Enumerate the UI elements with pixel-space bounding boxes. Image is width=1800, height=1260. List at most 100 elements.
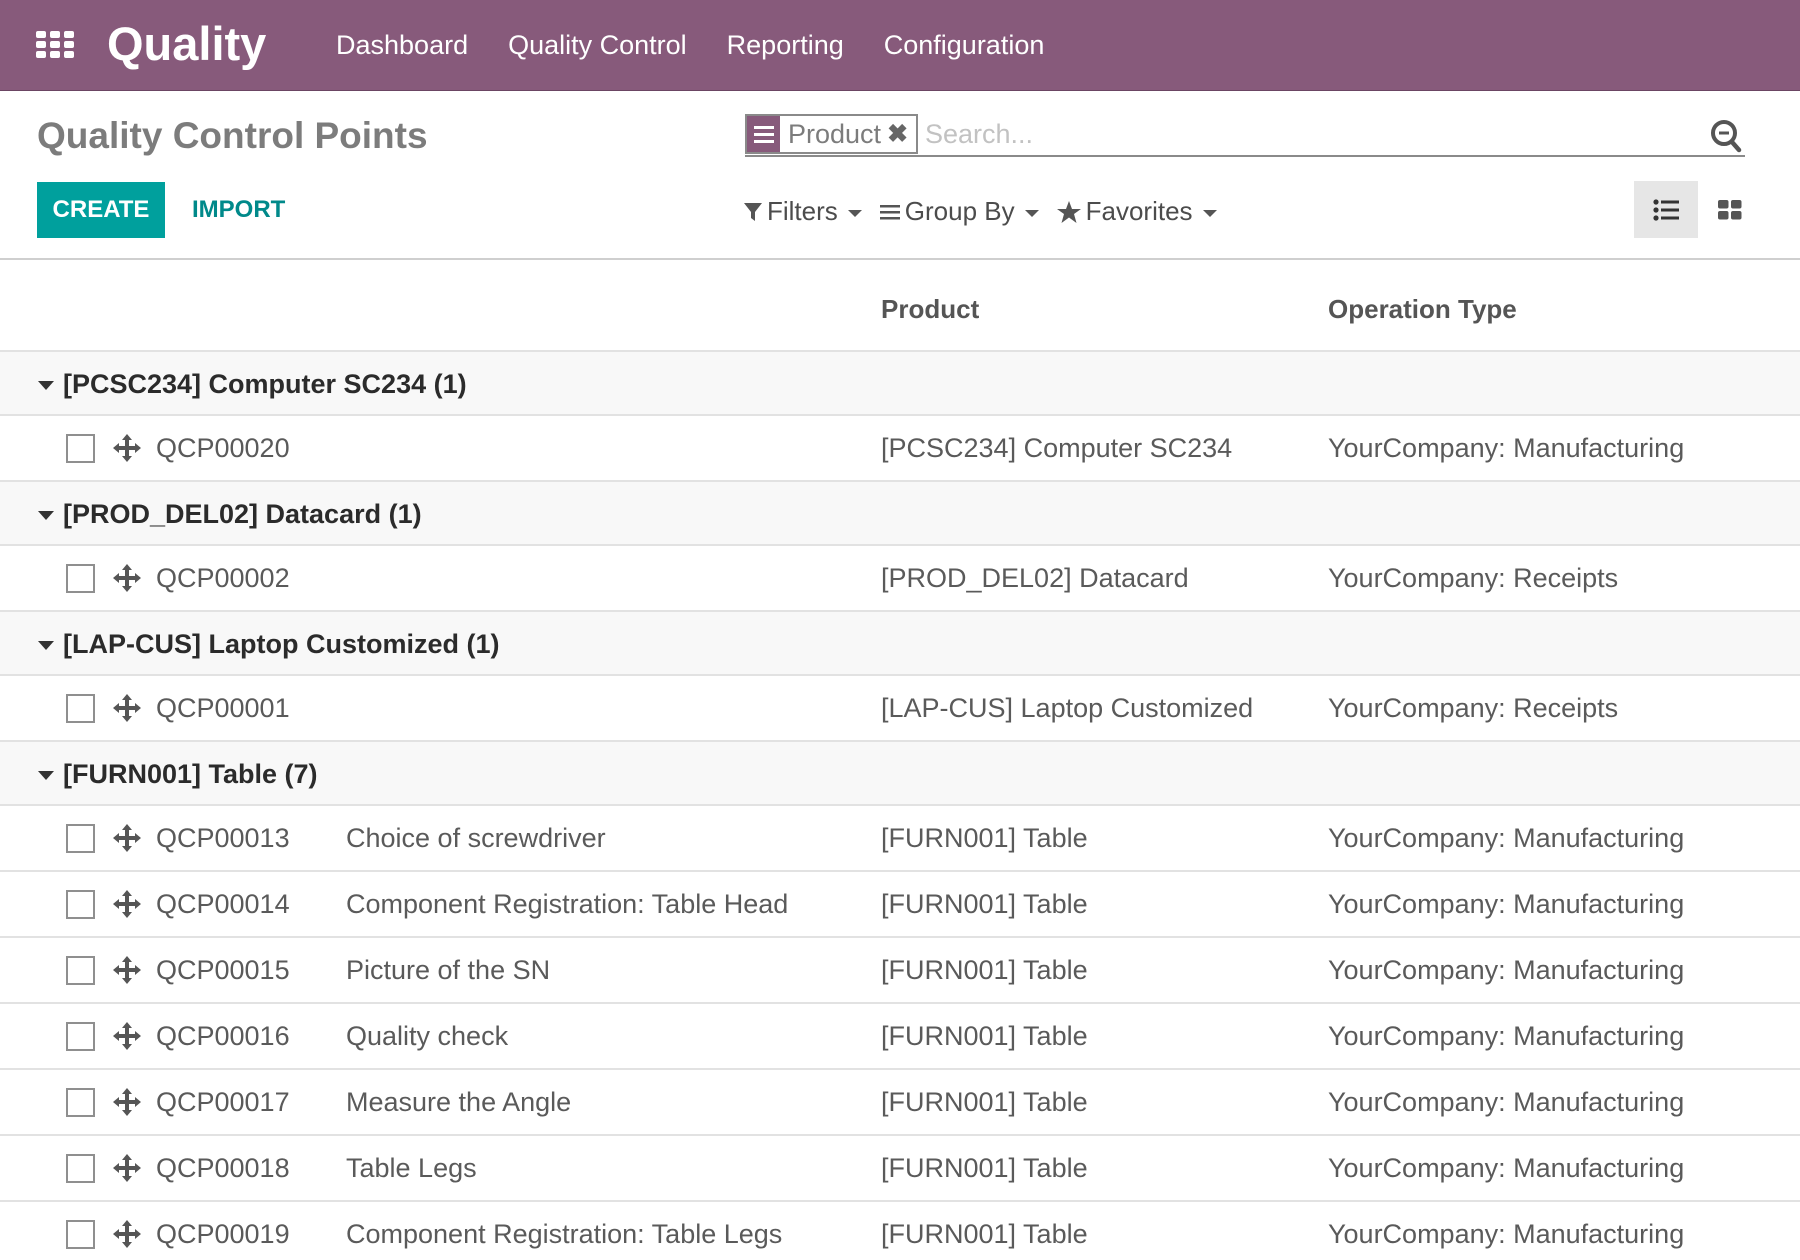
search-input[interactable] — [925, 116, 1685, 152]
top-navbar: Quality Dashboard Quality Control Report… — [0, 0, 1800, 91]
row-checkbox[interactable] — [66, 1154, 95, 1183]
group-label: [PCSC234] Computer SC234 (1) — [63, 369, 467, 399]
row-checkbox[interactable] — [66, 1220, 95, 1249]
app-brand[interactable]: Quality — [107, 16, 266, 71]
group-row[interactable]: [LAP-CUS] Laptop Customized (1) — [0, 612, 1800, 676]
group-label: [LAP-CUS] Laptop Customized (1) — [63, 629, 500, 659]
list-body: [PCSC234] Computer SC234 (1) QCP00020 [P… — [0, 352, 1800, 1260]
table-row[interactable]: QCP00018 Table Legs [FURN001] Table Your… — [0, 1136, 1800, 1202]
row-checkbox[interactable] — [66, 564, 95, 593]
filters-label: Filters — [767, 196, 838, 226]
cell-product: [FURN001] Table — [881, 823, 1088, 853]
kanban-view-button[interactable] — [1698, 181, 1762, 238]
cell-reference: QCP00013 — [156, 823, 290, 853]
menu-reporting[interactable]: Reporting — [727, 30, 844, 61]
drag-handle-icon[interactable] — [113, 1022, 141, 1050]
caret-down-icon — [1024, 209, 1039, 217]
table-row[interactable]: QCP00014 Component Registration: Table H… — [0, 872, 1800, 938]
cell-operation-type: YourCompany: Manufacturing — [1328, 1087, 1685, 1117]
table-row[interactable]: QCP00013 Choice of screwdriver [FURN001]… — [0, 806, 1800, 872]
table-row[interactable]: QCP00015 Picture of the SN [FURN001] Tab… — [0, 938, 1800, 1004]
cell-title: Picture of the SN — [346, 955, 551, 985]
cell-operation-type: YourCompany: Receipts — [1328, 693, 1619, 723]
table-row[interactable]: QCP00016 Quality check [FURN001] Table Y… — [0, 1004, 1800, 1070]
drag-handle-icon[interactable] — [113, 694, 141, 722]
group-row[interactable]: [PCSC234] Computer SC234 (1) — [0, 352, 1800, 416]
main-menu: Dashboard Quality Control Reporting Conf… — [336, 0, 1044, 91]
menu-quality-control[interactable]: Quality Control — [508, 30, 687, 61]
search-facet-product[interactable]: Product ✖ — [745, 114, 919, 154]
cell-title: Choice of screwdriver — [346, 823, 606, 853]
cell-operation-type: YourCompany: Manufacturing — [1328, 1021, 1685, 1051]
row-checkbox[interactable] — [66, 956, 95, 985]
cell-operation-type: YourCompany: Manufacturing — [1328, 889, 1685, 919]
cell-reference: QCP00018 — [156, 1153, 290, 1183]
group-row[interactable]: [FURN001] Table (7) — [0, 742, 1800, 806]
drag-handle-icon[interactable] — [113, 890, 141, 918]
cell-product: [PROD_DEL02] Datacard — [881, 563, 1189, 593]
drag-handle-icon[interactable] — [113, 434, 141, 462]
caret-down-icon — [38, 381, 54, 390]
column-header-product[interactable]: Product — [881, 294, 979, 325]
cell-title: Table Legs — [346, 1153, 477, 1183]
row-checkbox[interactable] — [66, 1022, 95, 1051]
cell-operation-type: YourCompany: Manufacturing — [1328, 433, 1685, 463]
row-checkbox[interactable] — [66, 824, 95, 853]
table-row[interactable]: QCP00017 Measure the Angle [FURN001] Tab… — [0, 1070, 1800, 1136]
column-header-operation-type[interactable]: Operation Type — [1328, 294, 1517, 325]
drag-handle-icon[interactable] — [113, 824, 141, 852]
table-row[interactable]: QCP00019 Component Registration: Table L… — [0, 1202, 1800, 1260]
caret-down-icon — [38, 641, 54, 650]
group-label: [FURN001] Table (7) — [63, 759, 318, 789]
cell-reference: QCP00001 — [156, 693, 290, 723]
cell-product: [FURN001] Table — [881, 955, 1088, 985]
row-checkbox[interactable] — [66, 434, 95, 463]
group-by-facet-icon — [747, 116, 780, 152]
menu-configuration[interactable]: Configuration — [884, 30, 1045, 61]
row-checkbox[interactable] — [66, 890, 95, 919]
bars-icon — [879, 204, 900, 219]
drag-handle-icon[interactable] — [113, 956, 141, 984]
view-switcher — [1634, 181, 1762, 238]
cell-operation-type: YourCompany: Manufacturing — [1328, 1153, 1685, 1183]
filters-dropdown[interactable]: Filters — [744, 196, 862, 227]
cell-reference: QCP00020 — [156, 433, 290, 463]
favorites-dropdown[interactable]: Favorites — [1056, 196, 1217, 227]
group-row[interactable]: [PROD_DEL02] Datacard (1) — [0, 482, 1800, 546]
drag-handle-icon[interactable] — [113, 1154, 141, 1182]
table-row[interactable]: QCP00002 [PROD_DEL02] Datacard YourCompa… — [0, 546, 1800, 612]
cell-title: Component Registration: Table Head — [346, 889, 789, 919]
import-button[interactable]: IMPORT — [178, 182, 299, 238]
caret-down-icon — [38, 771, 54, 780]
apps-menu-icon[interactable] — [36, 31, 74, 59]
cell-title: Component Registration: Table Legs — [346, 1219, 783, 1249]
row-checkbox[interactable] — [66, 1088, 95, 1117]
cell-product: [FURN001] Table — [881, 889, 1088, 919]
create-button[interactable]: CREATE — [37, 182, 165, 238]
cell-reference: QCP00002 — [156, 563, 290, 593]
table-row[interactable]: QCP00020 [PCSC234] Computer SC234 YourCo… — [0, 416, 1800, 482]
page-title: Quality Control Points — [37, 115, 428, 156]
row-checkbox[interactable] — [66, 694, 95, 723]
search-icon — [1711, 120, 1742, 153]
cell-reference: QCP00014 — [156, 889, 290, 919]
caret-down-icon — [1202, 209, 1217, 217]
list-icon — [1653, 198, 1679, 221]
list-view-button[interactable] — [1634, 181, 1698, 238]
search-bar: Product ✖ — [745, 114, 1745, 157]
cell-reference: QCP00019 — [156, 1219, 290, 1249]
facet-remove-icon[interactable]: ✖ — [887, 116, 916, 152]
cell-title: Quality check — [346, 1021, 509, 1051]
menu-dashboard[interactable]: Dashboard — [336, 30, 468, 61]
kanban-icon — [1718, 199, 1742, 219]
drag-handle-icon[interactable] — [113, 1220, 141, 1248]
cell-product: [FURN001] Table — [881, 1153, 1088, 1183]
drag-handle-icon[interactable] — [113, 1088, 141, 1116]
facet-value: Product — [788, 118, 882, 149]
group-by-dropdown[interactable]: Group By — [879, 196, 1039, 227]
cell-operation-type: YourCompany: Manufacturing — [1328, 823, 1685, 853]
search-button[interactable] — [1709, 118, 1745, 154]
cell-reference: QCP00015 — [156, 955, 290, 985]
table-row[interactable]: QCP00001 [LAP-CUS] Laptop Customized You… — [0, 676, 1800, 742]
drag-handle-icon[interactable] — [113, 564, 141, 592]
